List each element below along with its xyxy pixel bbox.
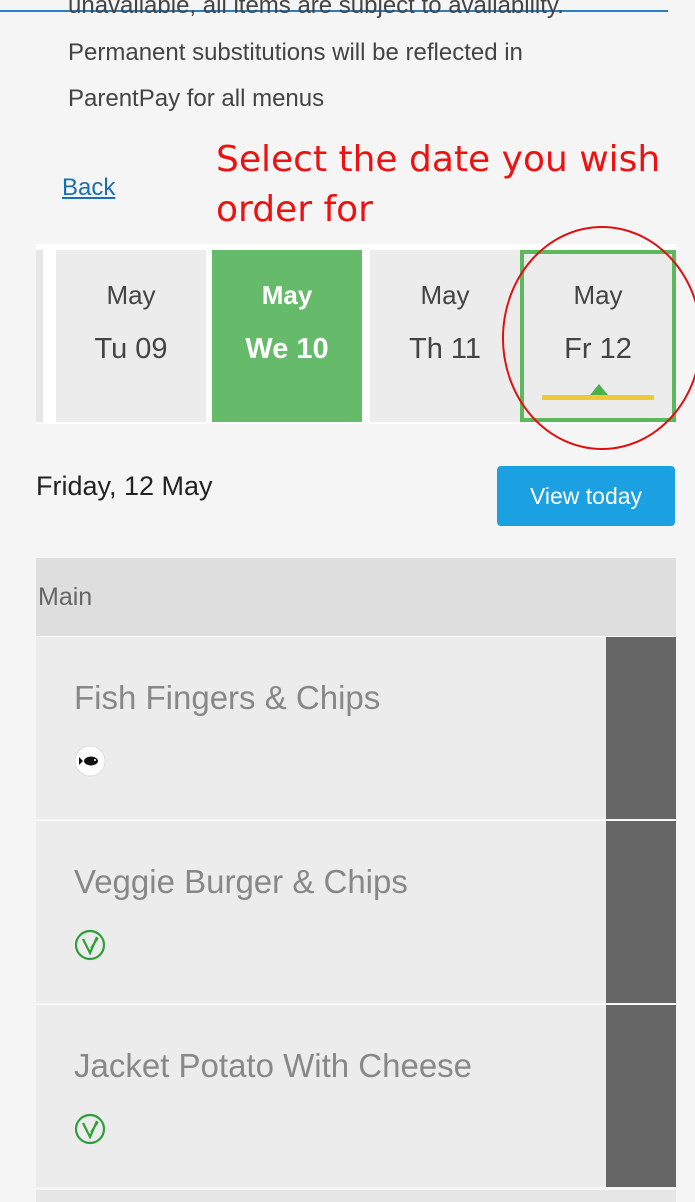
menu-item-select-bar[interactable] bbox=[606, 637, 676, 819]
date-month: May bbox=[106, 280, 156, 310]
menu-section-header: Main bbox=[36, 558, 676, 636]
back-link[interactable]: Back bbox=[62, 174, 115, 202]
date-day: We 10 bbox=[245, 333, 329, 365]
menu-item-select-bar[interactable] bbox=[606, 1005, 676, 1187]
next-menu-item-edge bbox=[36, 1190, 676, 1202]
vegetarian-icon bbox=[74, 1113, 106, 1145]
view-today-button[interactable]: View today bbox=[497, 466, 675, 526]
menu-item[interactable]: Fish Fingers & Chips bbox=[36, 636, 676, 819]
menu-item[interactable]: Veggie Burger & Chips bbox=[36, 820, 676, 1003]
menu-item-name: Jacket Potato With Cheese bbox=[74, 1047, 473, 1084]
fish-icon bbox=[74, 745, 106, 777]
date-month: May bbox=[573, 280, 623, 310]
selected-day-heading: Friday, 12 May bbox=[36, 471, 213, 501]
date-tile-tu-09[interactable]: May Tu 09 bbox=[56, 250, 206, 422]
date-day: Th 11 bbox=[408, 333, 481, 365]
menu-notice: unavailable, all items are subject to av… bbox=[68, 0, 678, 122]
section-title: Main bbox=[38, 583, 93, 611]
date-day: Fr 12 bbox=[564, 333, 632, 365]
menu-item-name: Veggie Burger & Chips bbox=[74, 863, 408, 900]
notice-line-3: ParentPay for all menus bbox=[68, 85, 325, 112]
vegetarian-icon bbox=[74, 929, 106, 961]
date-tile-th-11[interactable]: May Th 11 bbox=[370, 250, 520, 422]
notice-line-1: unavailable, all items are subject to av… bbox=[68, 0, 564, 19]
date-month: May bbox=[420, 280, 470, 310]
today-marker-bar bbox=[542, 395, 654, 400]
date-month: May bbox=[261, 280, 313, 310]
date-tile-we-10[interactable]: May We 10 bbox=[212, 250, 362, 422]
date-strip-scroll-edge bbox=[36, 250, 43, 422]
menu-item-select-bar[interactable] bbox=[606, 821, 676, 1003]
menu-item[interactable]: Jacket Potato With Cheese bbox=[36, 1004, 676, 1187]
menu-item-name: Fish Fingers & Chips bbox=[74, 679, 381, 716]
instruction-annotation: Select the date you wish order for bbox=[216, 139, 661, 230]
date-tile-fr-12[interactable]: May Fr 12 bbox=[520, 250, 676, 422]
date-day: Tu 09 bbox=[94, 333, 168, 365]
today-marker-icon bbox=[590, 384, 608, 395]
notice-line-2: Permanent substitutions will be reflecte… bbox=[68, 39, 523, 66]
